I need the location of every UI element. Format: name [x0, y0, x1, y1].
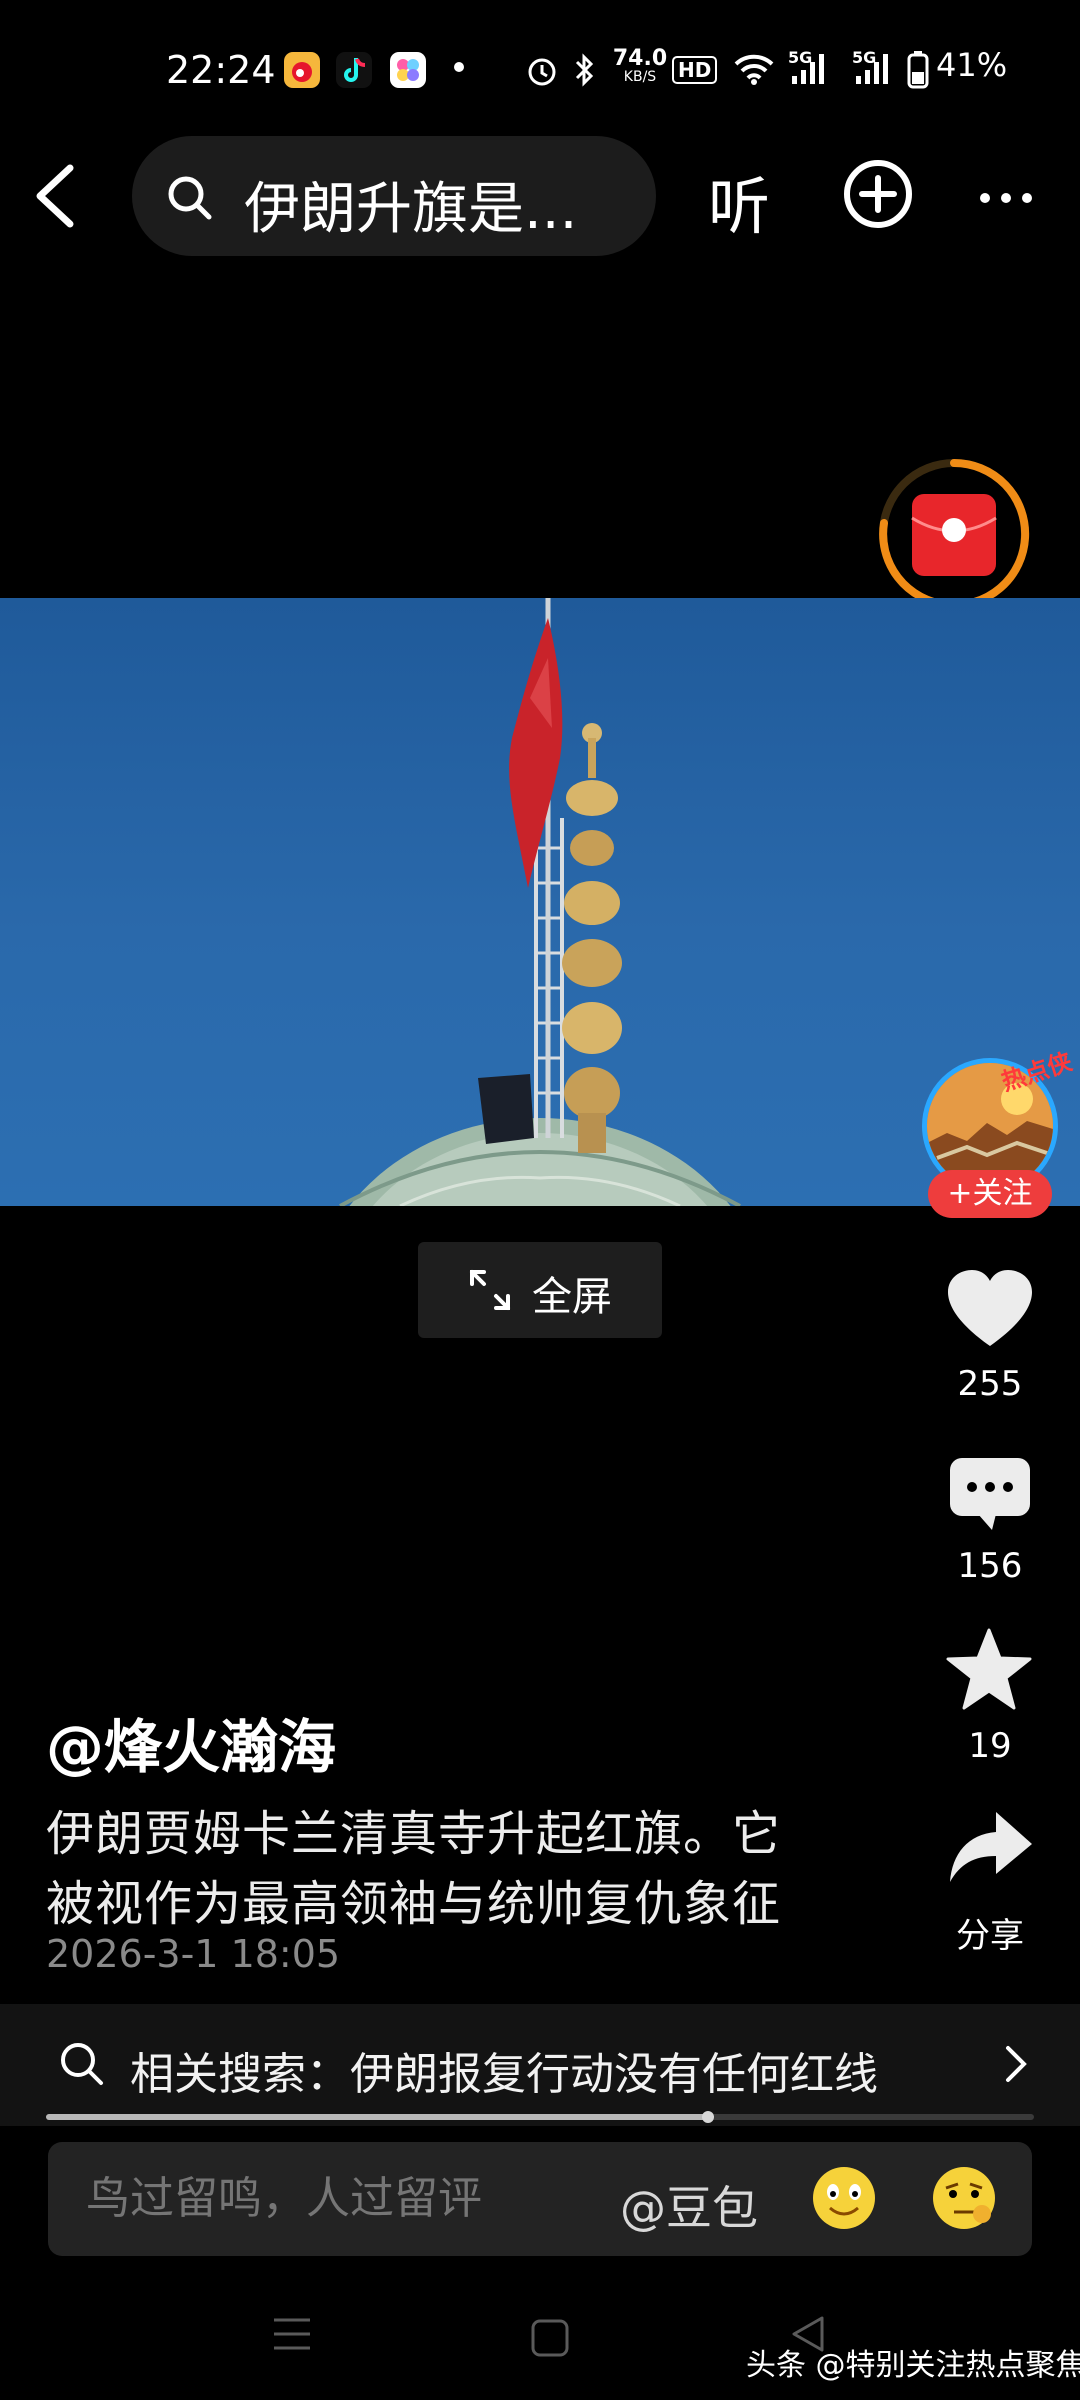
colorful-app-icon — [390, 52, 426, 88]
weibo-icon — [284, 52, 320, 88]
douyin-icon — [336, 52, 372, 88]
search-icon — [58, 2040, 106, 2092]
related-search-label: 相关搜索：伊朗报复行动没有任何红线 — [130, 2049, 878, 2100]
description-line-1: 伊朗贾姆卡兰清真寺升起红旗。它 — [46, 1806, 782, 1862]
comment-input[interactable] — [84, 2172, 608, 2225]
comment-icon — [950, 1458, 1030, 1530]
share-button[interactable] — [948, 1810, 1034, 1890]
search-icon — [166, 174, 214, 226]
follow-button[interactable]: +关注 — [928, 1170, 1052, 1218]
star-icon — [946, 1628, 1032, 1710]
chevron-right-icon — [1004, 2044, 1028, 2088]
comment-count: 156 — [957, 1546, 1023, 1586]
signal1-label: 5G — [788, 48, 813, 67]
status-bar: 22:24 74.0 KB/S HD 5G 5G 41% — [0, 0, 1080, 140]
source-watermark: 头条 @特别关注热点聚焦 — [746, 2348, 1080, 2383]
listen-button[interactable]: 听 — [708, 156, 770, 246]
more-icon[interactable] — [978, 190, 1034, 209]
expand-icon — [468, 1268, 512, 1316]
share-label: 分享 — [956, 1916, 1024, 1956]
bluetooth-icon — [572, 50, 598, 94]
description-line-2: 被视作为最高领袖与统帅复仇象征 — [46, 1876, 782, 1932]
home-nav-icon[interactable] — [530, 2318, 570, 2362]
comment-button[interactable] — [948, 1456, 1032, 1536]
comment-bar: @豆包 — [48, 2142, 1032, 2256]
clock: 22:24 — [166, 48, 276, 92]
dot-icon — [454, 62, 464, 72]
mention-doubao[interactable]: @豆包 — [620, 2172, 758, 2238]
video-frame — [339, 598, 741, 1206]
signal-5g-1: 5G — [788, 48, 836, 92]
net-speed-value: 74.0 — [612, 46, 668, 71]
wifi-icon — [732, 52, 776, 90]
add-icon[interactable] — [842, 158, 914, 230]
alarm-icon — [524, 52, 560, 92]
back-icon[interactable] — [30, 160, 82, 232]
favorite-count: 19 — [968, 1726, 1012, 1766]
video-player[interactable] — [0, 598, 1080, 1206]
share-icon — [950, 1812, 1032, 1882]
author-name[interactable]: @烽火瀚海 — [46, 1700, 336, 1784]
battery-icon — [906, 50, 930, 94]
like-count: 255 — [957, 1364, 1023, 1404]
post-date: 2026-3-1 18:05 — [46, 1932, 341, 1976]
battery-level: 41% — [936, 46, 1008, 84]
smile-emoji-icon[interactable] — [810, 2164, 878, 2236]
search-bar[interactable]: 伊朗升旗是... — [132, 136, 656, 256]
hd-badge: HD — [672, 56, 718, 84]
video-progress-bar[interactable] — [46, 2111, 1034, 2123]
favorite-button[interactable] — [946, 1628, 1032, 1714]
related-search-bar[interactable]: 相关搜索：伊朗报复行动没有任何红线 — [0, 2004, 1080, 2126]
thinking-emoji-icon[interactable] — [930, 2164, 998, 2236]
signal2-label: 5G — [852, 48, 877, 67]
progress-fill — [46, 2114, 708, 2120]
menu-nav-icon[interactable] — [272, 2316, 312, 2356]
like-button[interactable] — [946, 1268, 1034, 1352]
fullscreen-label: 全屏 — [532, 1274, 612, 1320]
heart-icon — [948, 1270, 1032, 1346]
red-packet-icon[interactable] — [876, 456, 1032, 612]
progress-knob[interactable] — [701, 2111, 714, 2123]
search-query: 伊朗升旗是... — [244, 177, 578, 242]
signal-5g-2: 5G — [852, 48, 900, 92]
fullscreen-button[interactable]: 全屏 — [418, 1242, 662, 1338]
net-speed: 74.0 KB/S — [612, 46, 668, 86]
